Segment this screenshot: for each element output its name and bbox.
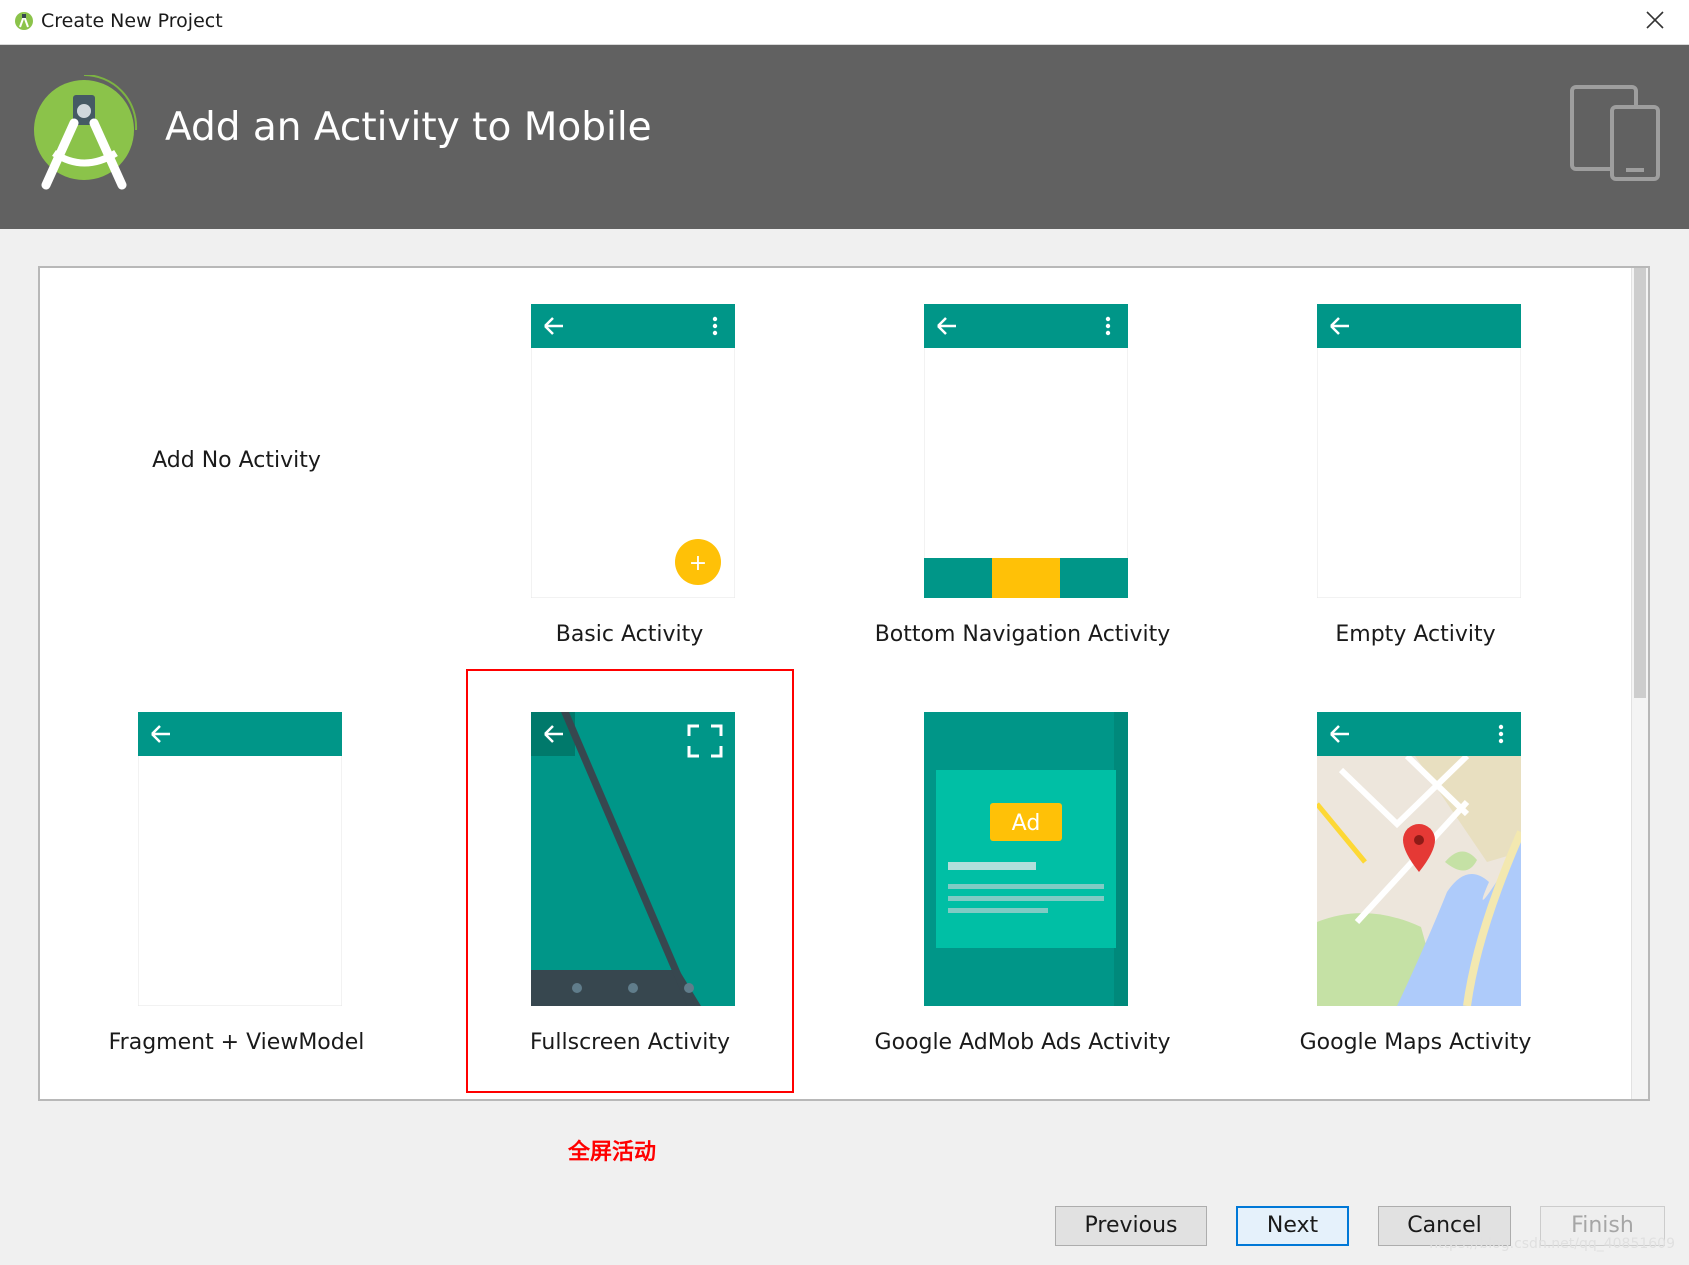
activity-tile-basic[interactable]: + Basic Activity [433,268,826,672]
bottom-navigation-thumbnail [924,304,1128,598]
admob-activity-thumbnail: Ad [924,712,1128,1006]
activity-label: Basic Activity [555,622,704,647]
activity-tile-admob[interactable]: Ad Google AdMob Ads Activity [826,676,1219,1080]
close-icon[interactable] [1641,6,1669,34]
next-button[interactable]: Next [1236,1206,1349,1246]
overflow-menu-icon [1105,316,1111,336]
activity-label: Add No Activity [152,448,321,473]
overflow-menu-icon [712,316,718,336]
window-title: Create New Project [41,10,223,32]
empty-activity-thumbnail [1317,304,1521,598]
activity-tile-no-activity[interactable]: Add No Activity [40,268,433,672]
title-bar: Create New Project [0,0,1689,45]
activity-tile-bottom-navigation[interactable]: Bottom Navigation Activity [826,268,1219,672]
previous-button[interactable]: Previous [1055,1206,1207,1246]
page-title: Add an Activity to Mobile [165,105,652,150]
activity-label: Bottom Navigation Activity [874,622,1171,647]
scrollbar-thumb[interactable] [1634,268,1646,698]
google-maps-thumbnail [1317,712,1521,1006]
activity-label: Empty Activity [1335,622,1496,647]
fullscreen-activity-thumbnail [531,712,735,1006]
android-studio-icon [15,12,33,30]
activity-gallery: Add No Activity + Basic Activity Bottom … [38,266,1650,1101]
basic-activity-thumbnail: + [531,304,735,598]
fragment-viewmodel-thumbnail [138,712,342,1006]
activity-label: Google Maps Activity [1299,1030,1532,1055]
overflow-menu-icon [1498,724,1504,744]
android-studio-logo [34,75,138,190]
activity-label: Fragment + ViewModel [108,1030,365,1055]
watermark: https://blog.csdn.net/qq_40851609 [1429,1236,1675,1252]
wizard-header: Add an Activity to Mobile [0,45,1689,229]
activity-label: Fullscreen Activity [529,1030,731,1055]
svg-text:+: + [689,551,707,576]
activity-label: Google AdMob Ads Activity [874,1030,1171,1055]
activity-tile-google-maps[interactable]: Google Maps Activity [1219,676,1612,1080]
activity-tile-empty[interactable]: Empty Activity [1219,268,1612,672]
svg-text:Ad: Ad [1012,811,1041,836]
selection-annotation: 全屏活动 [568,1140,657,1165]
activity-tile-fullscreen[interactable]: Fullscreen Activity [466,669,794,1093]
activity-tile-fragment-viewmodel[interactable]: Fragment + ViewModel [40,676,433,1080]
vertical-scrollbar[interactable] [1631,268,1648,1099]
phone-tablet-icon [1570,85,1660,181]
